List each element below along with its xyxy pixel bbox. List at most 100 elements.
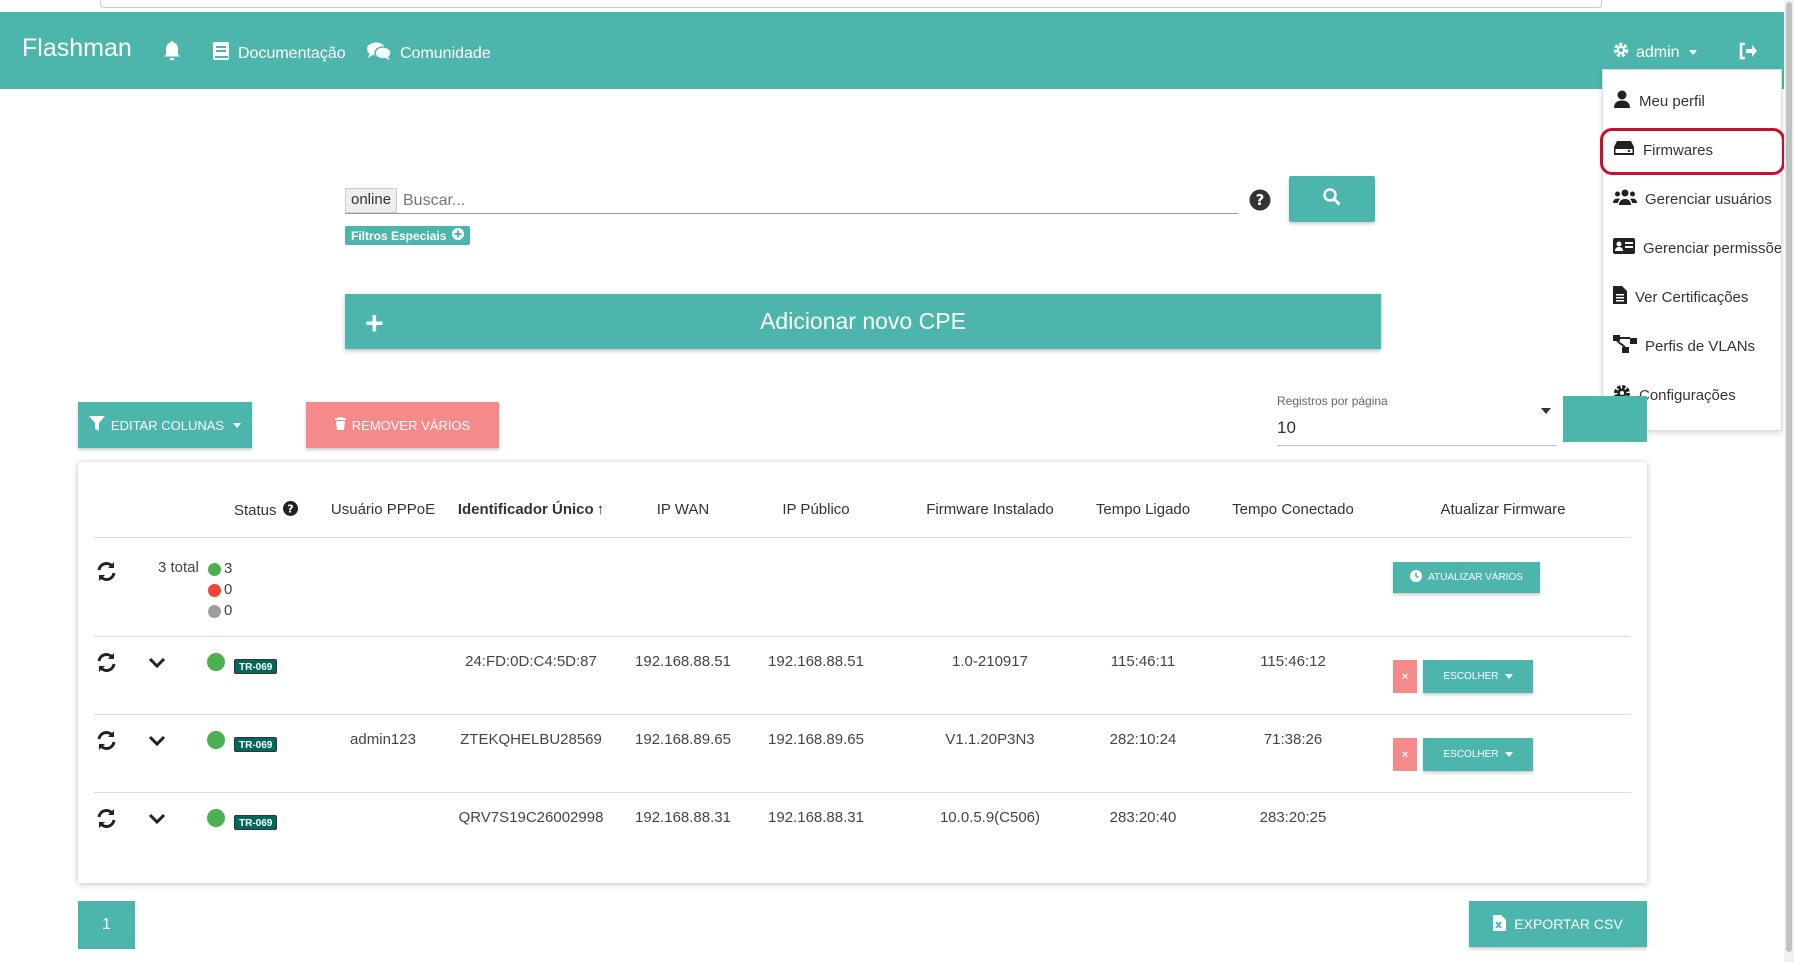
cancel-update-button[interactable]: × xyxy=(1393,738,1417,771)
sort-up-arrow-icon: ↑ xyxy=(596,501,605,518)
cell-unique-id[interactable]: QRV7S19C26002998 xyxy=(459,809,604,826)
cancel-update-button[interactable]: × xyxy=(1393,660,1417,693)
status-online-dot xyxy=(207,653,225,671)
dropdown-arrow-icon xyxy=(1541,408,1551,414)
menu-item-label: Configurações xyxy=(1639,386,1736,404)
status-unknown-count: 0 xyxy=(208,600,232,621)
add-cpe-button[interactable]: + Adicionar novo CPE xyxy=(345,294,1381,349)
firmwares-highlight-annotation xyxy=(1600,128,1785,175)
trash-icon xyxy=(334,417,346,433)
th-unique-id[interactable]: Identificador Único ↑ xyxy=(458,501,604,518)
users-icon xyxy=(1613,189,1637,209)
user-icon xyxy=(1613,90,1631,112)
th-ip-public[interactable]: IP Público xyxy=(782,501,849,518)
user-menu-toggle[interactable]: admin xyxy=(1612,41,1697,64)
cell-firmware: V1.1.20P3N3 xyxy=(945,731,1035,748)
menu-item-manage-users[interactable]: Gerenciar usuários xyxy=(1603,179,1781,219)
cell-ip-wan: 192.168.88.31 xyxy=(635,809,731,826)
community-link[interactable]: Comunidade xyxy=(366,41,491,66)
search-icon xyxy=(1323,187,1341,211)
cell-uptime: 115:46:11 xyxy=(1110,653,1176,670)
bell-icon[interactable] xyxy=(162,40,182,67)
cell-firmware: 10.0.5.9(C506) xyxy=(939,809,1041,826)
cell-pppoe-user: admin123 xyxy=(350,731,416,748)
user-dropdown-menu: Meu perfil Firmwares Gerenciar usuários … xyxy=(1602,69,1782,431)
remove-many-button[interactable]: REMOVER VÁRIOS xyxy=(306,402,499,448)
divider xyxy=(94,714,1631,715)
per-page-label: Registros por página xyxy=(1277,394,1388,408)
menu-item-manage-permissions[interactable]: Gerenciar permissões xyxy=(1603,228,1782,268)
page-scrollbar[interactable] xyxy=(1784,0,1794,962)
per-page-select[interactable]: Registros por página 10 xyxy=(1277,394,1557,446)
cell-connected-time: 71:38:26 xyxy=(1263,731,1323,748)
th-status[interactable]: Status ? xyxy=(234,501,298,520)
hidden-action-button[interactable] xyxy=(1563,396,1647,442)
refresh-icon[interactable] xyxy=(96,730,117,756)
th-connected-time[interactable]: Tempo Conectado xyxy=(1232,501,1354,518)
cell-unique-id[interactable]: ZTEKQHELBU28569 xyxy=(460,731,602,748)
book-icon xyxy=(212,41,230,66)
th-ip-wan[interactable]: IP WAN xyxy=(657,501,710,518)
export-csv-button[interactable]: EXPORTAR CSV xyxy=(1469,901,1647,947)
choose-label: ESCOLHER xyxy=(1443,749,1499,760)
chevron-down-icon[interactable] xyxy=(148,812,166,830)
top-navbar: Flashman Documentação Comunidade admin xyxy=(0,12,1784,89)
chevron-down-icon[interactable] xyxy=(148,656,166,674)
menu-item-certifications[interactable]: Ver Certificações xyxy=(1603,277,1781,317)
choose-firmware-button[interactable]: ESCOLHER xyxy=(1423,660,1533,693)
caret-down-icon xyxy=(1504,674,1513,679)
question-circle-icon[interactable]: ? xyxy=(282,501,298,520)
community-label: Comunidade xyxy=(400,44,491,62)
address-bar[interactable] xyxy=(100,0,1602,8)
svg-text:?: ? xyxy=(1256,191,1265,209)
cell-ip-wan: 192.168.89.65 xyxy=(635,731,731,748)
gear-icon xyxy=(1612,41,1630,64)
pagination-page-1[interactable]: 1 xyxy=(78,901,135,949)
add-cpe-label: Adicionar novo CPE xyxy=(760,308,966,334)
choose-firmware-button[interactable]: ESCOLHER xyxy=(1423,738,1533,771)
id-card-icon xyxy=(1613,238,1635,258)
tr069-badge: TR-069 xyxy=(234,737,278,752)
refresh-icon[interactable] xyxy=(96,808,117,834)
menu-item-label: Gerenciar permissões xyxy=(1643,239,1782,257)
red-dot-icon xyxy=(208,583,221,597)
th-pppoe-user[interactable]: Usuário PPPoE xyxy=(331,501,435,518)
logout-icon[interactable] xyxy=(1738,42,1758,65)
menu-item-label: Gerenciar usuários xyxy=(1645,190,1772,208)
browser-strip xyxy=(0,0,1794,12)
online-filter-chip[interactable]: online xyxy=(345,188,398,213)
search-bar: online xyxy=(345,186,1238,214)
cell-uptime: 282:10:24 xyxy=(1109,731,1177,748)
th-update-firmware: Atualizar Firmware xyxy=(1440,501,1566,518)
search-button[interactable] xyxy=(1289,176,1375,222)
update-many-button[interactable]: ATUALIZAR VÁRIOS xyxy=(1393,562,1540,593)
chevron-down-icon[interactable] xyxy=(148,734,166,752)
refresh-icon[interactable] xyxy=(96,561,117,587)
cell-ip-public: 192.168.88.51 xyxy=(768,653,864,670)
menu-item-vlan-profiles[interactable]: Perfis de VLANs xyxy=(1603,326,1781,366)
th-uptime[interactable]: Tempo Ligado xyxy=(1096,501,1190,518)
menu-item-profile[interactable]: Meu perfil xyxy=(1603,81,1781,121)
th-status-label: Status xyxy=(234,502,277,519)
edit-columns-button[interactable]: EDITAR COLUNAS xyxy=(78,402,252,448)
scrollbar-thumb[interactable] xyxy=(1786,2,1792,952)
cell-ip-wan: 192.168.88.51 xyxy=(635,653,731,670)
cell-ip-public: 192.168.89.65 xyxy=(768,731,864,748)
cell-connected-time: 115:46:12 xyxy=(1260,653,1326,670)
th-unique-id-label: Identificador Único xyxy=(457,501,594,518)
cell-unique-id[interactable]: 24:FD:0D:C4:5D:87 xyxy=(465,653,597,670)
gray-dot-icon xyxy=(208,604,221,618)
docs-link[interactable]: Documentação xyxy=(212,41,346,66)
cell-ip-public: 192.168.88.31 xyxy=(768,809,864,826)
search-input[interactable] xyxy=(403,189,1223,213)
th-firmware[interactable]: Firmware Instalado xyxy=(926,501,1054,518)
refresh-icon[interactable] xyxy=(96,652,117,678)
special-filters-label: Filtros Especiais xyxy=(351,228,447,243)
status-online-count: 3 xyxy=(208,558,232,579)
question-circle-icon[interactable]: ? xyxy=(1249,189,1271,216)
brand-logo[interactable]: Flashman xyxy=(22,34,132,63)
green-dot-icon xyxy=(208,562,221,576)
special-filters-button[interactable]: Filtros Especiais xyxy=(345,226,471,245)
network-icon xyxy=(1613,335,1637,357)
update-many-label: ATUALIZAR VÁRIOS xyxy=(1428,572,1523,583)
